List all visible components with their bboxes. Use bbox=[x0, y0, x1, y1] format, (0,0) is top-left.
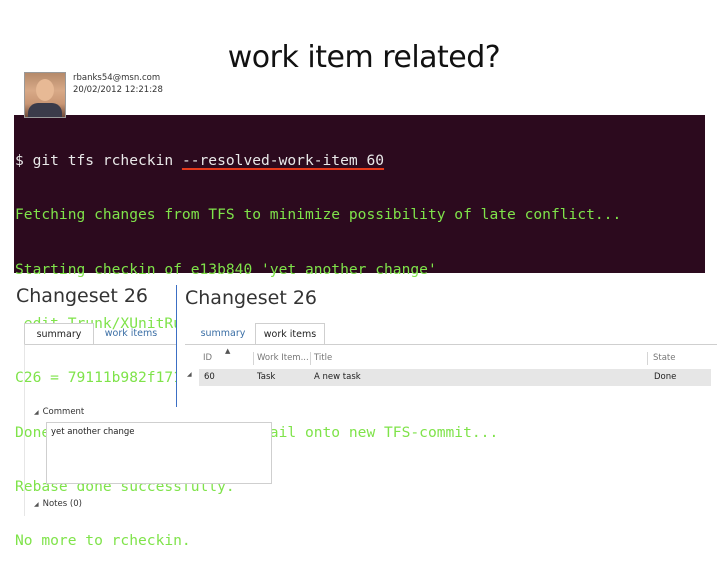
column-header-state[interactable]: State bbox=[653, 349, 676, 367]
changeset-title: Changeset 26 bbox=[16, 285, 148, 307]
author-email: rbanks54@msn.com bbox=[73, 73, 161, 83]
changeset-title: Changeset 26 bbox=[185, 287, 317, 309]
changeset-date: 20/02/2012 12:21:28 bbox=[73, 85, 163, 95]
terminal-line: Fetching changes from TFS to minimize po… bbox=[15, 206, 622, 224]
tab-summary[interactable]: summary bbox=[195, 323, 251, 344]
slide-title: work item related? bbox=[227, 40, 501, 75]
terminal-command-line: $ git tfs rcheckin --resolved-work-item … bbox=[15, 152, 705, 170]
terminal-line: Starting checkin of e13b840 'yet another… bbox=[15, 260, 437, 278]
tab-summary[interactable]: summary bbox=[24, 323, 94, 344]
cell-type: Task bbox=[257, 372, 276, 382]
column-header-id[interactable]: ID bbox=[203, 349, 212, 367]
cell-title: A new task bbox=[314, 372, 361, 382]
comment-textbox[interactable]: yet another change bbox=[46, 422, 272, 484]
cell-state: Done bbox=[654, 372, 677, 382]
comment-section-header[interactable]: ◢ Comment bbox=[34, 407, 84, 417]
avatar bbox=[24, 72, 66, 118]
terminal-output: $ git tfs rcheckin --resolved-work-item … bbox=[14, 115, 705, 549]
column-separator[interactable] bbox=[253, 352, 254, 365]
collapse-triangle-icon: ◢ bbox=[34, 409, 39, 416]
cell-id: 60 bbox=[204, 372, 215, 382]
notes-label: Notes (0) bbox=[42, 499, 82, 509]
row-expand-icon[interactable]: ◢ bbox=[187, 371, 192, 378]
terminal-line: No more to rcheckin. bbox=[15, 532, 191, 550]
column-header-work-item-type[interactable]: Work Item... bbox=[257, 349, 309, 367]
column-separator[interactable] bbox=[310, 352, 311, 365]
tab-work-items[interactable]: work items bbox=[255, 323, 325, 344]
changeset-work-items-panel: Changeset 26 summary work items ▲ ID Wor… bbox=[177, 283, 717, 413]
column-separator[interactable] bbox=[647, 352, 648, 365]
resolved-work-item-flag: --resolved-work-item 60 bbox=[181, 152, 385, 170]
avatar-shirt bbox=[28, 103, 62, 117]
notes-section-header[interactable]: ◢ Notes (0) bbox=[34, 499, 82, 509]
tab-work-items[interactable]: work items bbox=[100, 323, 162, 344]
avatar-face bbox=[36, 79, 54, 101]
terminal-command: $ git tfs rcheckin bbox=[15, 152, 182, 170]
comment-label: Comment bbox=[42, 407, 85, 417]
column-header-title[interactable]: Title bbox=[314, 349, 332, 367]
collapse-triangle-icon: ◢ bbox=[34, 501, 39, 508]
work-items-grid-header: ID Work Item... Title State bbox=[187, 349, 707, 367]
table-row[interactable]: 60 Task A new task Done bbox=[199, 369, 711, 386]
